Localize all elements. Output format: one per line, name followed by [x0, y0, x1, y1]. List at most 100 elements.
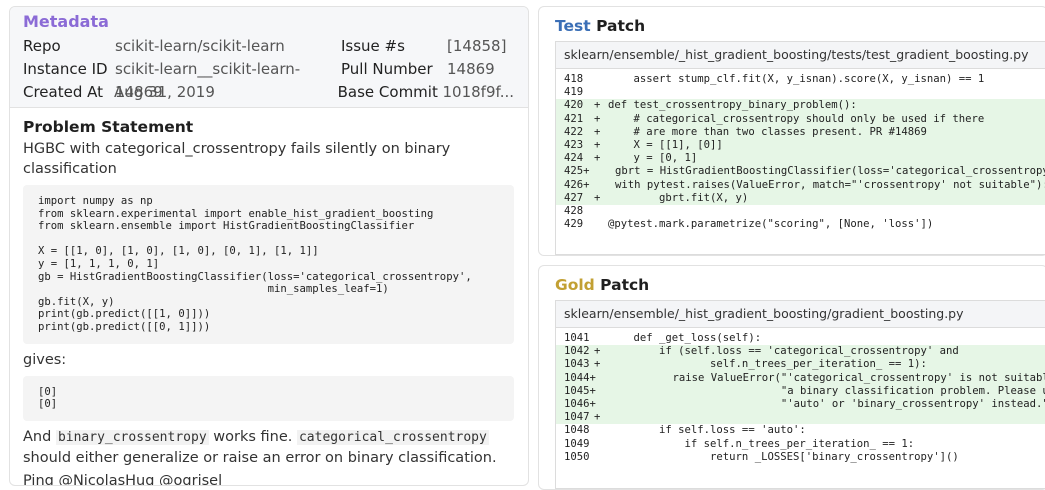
issue-panel: Metadata Repo scikit-learn/scikit-learn …	[9, 6, 529, 486]
problem-title: Problem Statement	[23, 118, 194, 136]
diff-code: y = [0, 1]	[608, 152, 698, 165]
diff-sign	[594, 73, 608, 86]
diff-line: 421 + # categorical_crossentropy should o…	[556, 112, 1045, 126]
test-patch-panel: Test Patch sklearn/ensemble/_hist_gradie…	[538, 6, 1045, 256]
issue-value: [14858]	[447, 37, 507, 55]
diff-line: 425 + gbrt = HistGradientBoostingClassifi…	[556, 165, 1045, 179]
line-number: 1042	[564, 345, 590, 358]
diff-line: 427 + gbrt.fit(X, y)	[556, 191, 1045, 205]
line-number: 422	[564, 125, 584, 138]
diff-sign	[594, 332, 608, 345]
problem-statement-section: Problem Statement HGBC with categorical_…	[10, 108, 528, 485]
diff-code: gbrt = HistGradientBoostingClassifier(lo…	[589, 165, 1045, 178]
gold-file-diff: sklearn/ensemble/_hist_gradient_boosting…	[555, 300, 1045, 489]
diff-line: 1050 return _LOSSES['binary_crossentropy…	[556, 451, 1045, 464]
diff-sign	[594, 438, 608, 451]
gold-title-rest: Patch	[594, 276, 650, 294]
paragraph-text-b: works fine.	[208, 428, 297, 445]
diff-line: 418 assert stump_clf.fit(X, y_isnan).sco…	[556, 73, 1045, 86]
instance-value: scikit-learn__scikit-learn-14869	[115, 60, 301, 101]
diff-sign: +	[594, 99, 601, 112]
diff-line: 1041 def _get_loss(self):	[556, 332, 1045, 345]
line-number: 427	[564, 191, 584, 204]
line-number: 424	[564, 152, 584, 165]
diff-line: 1042 + if (self.loss == 'categorical_cros…	[556, 345, 1045, 359]
code-line: gb = HistGradientBoostingClassifier(loss…	[38, 270, 472, 283]
diff-code: # categorical_crossentropy should only b…	[608, 112, 985, 125]
code-line: from sklearn.experimental import enable_…	[38, 207, 434, 220]
diff-sign: +	[594, 152, 601, 165]
diff-code: raise ValueError("'categorical_crossentr…	[595, 371, 1045, 384]
line-number: 428	[564, 204, 584, 217]
diff-code: # are more than two classes present. PR …	[608, 125, 927, 138]
gold-patch-title: Gold Patch	[555, 276, 1045, 294]
commit-value: 1018f9f...	[442, 83, 515, 101]
meta-row-repo: Repo scikit-learn/scikit-learn Issue #s …	[23, 35, 514, 58]
code-line: import numpy as np	[38, 195, 153, 207]
diff-sign: +	[594, 345, 601, 358]
line-number: 425	[564, 165, 584, 178]
line-number: 1041	[564, 332, 590, 344]
test-file-path: sklearn/ensemble/_hist_gradient_boosting…	[556, 42, 1045, 69]
diff-line: 428	[556, 205, 1045, 218]
line-number: 418	[564, 73, 584, 85]
diff-sign	[594, 424, 608, 437]
line-number: 1050	[564, 450, 590, 463]
code-line: y = [1, 1, 1, 0, 1]	[38, 257, 160, 270]
diff-sign: +	[594, 191, 601, 204]
diff-code: @pytest.mark.parametrize("scoring", [Non…	[608, 218, 934, 231]
line-number: 429	[564, 218, 584, 231]
meta-row-instance: Instance ID scikit-learn__scikit-learn-1…	[23, 58, 514, 101]
code-line: print(gb.predict([[0, 1]]))	[38, 320, 211, 333]
repro-code-block: import numpy as np from sklearn.experimen…	[23, 185, 514, 344]
gold-file-path: sklearn/ensemble/_hist_gradient_boosting…	[556, 301, 1045, 328]
diff-sign	[594, 451, 608, 464]
diff-code: def _get_loss(self):	[608, 332, 762, 344]
inline-code-categorical: categorical_crossentropy	[296, 429, 489, 445]
code-line: from sklearn.ensemble import HistGradien…	[38, 220, 415, 233]
metadata-section: Metadata Repo scikit-learn/scikit-learn …	[10, 7, 528, 108]
diff-sign: +	[594, 112, 601, 125]
diff-code: def test_crossentropy_binary_problem():	[608, 99, 857, 112]
code-line: X = [[1, 0], [1, 0], [1, 0], [0, 1], [1,…	[38, 245, 319, 258]
line-number: 1049	[564, 437, 590, 450]
diff-code: if self.n_trees_per_iteration_ == 1:	[608, 437, 915, 450]
line-number: 1047	[564, 411, 590, 424]
diff-sign	[594, 86, 608, 99]
issue-label: Issue #s	[341, 37, 405, 55]
pull-value: 14869	[447, 60, 495, 78]
line-number: 420	[564, 99, 584, 112]
gold-title-colored: Gold	[555, 276, 595, 294]
paragraph-text-c: should either generalize or raise an err…	[23, 449, 497, 466]
line-number: 1043	[564, 358, 590, 371]
problem-paragraph: And binary_crossentropy works fine. cate…	[23, 427, 514, 468]
paragraph-text-a: And	[23, 428, 56, 445]
created-value: Aug 31, 2019	[114, 83, 215, 101]
gold-diff-lines: 1041 def _get_loss(self): 1042 + if (self.…	[556, 328, 1045, 464]
created-label: Created At	[23, 83, 104, 101]
diff-code: return _LOSSES['binary_crossentropy']()	[608, 450, 959, 463]
inline-code-binary: binary_crossentropy	[55, 429, 209, 445]
diff-code: self.n_trees_per_iteration_ == 1):	[608, 358, 927, 371]
line-number: 1045	[564, 384, 590, 397]
diff-sign: +	[594, 125, 601, 138]
diff-code: if (self.loss == 'categorical_crossentro…	[608, 345, 959, 358]
line-number: 1044	[564, 371, 590, 384]
output-line: [0]	[38, 398, 58, 411]
test-diff-lines: 418 assert stump_clf.fit(X, y_isnan).sco…	[556, 69, 1045, 231]
diff-line: 1049 if self.n_trees_per_iteration_ == 1…	[556, 438, 1045, 451]
diff-code: X = [[1], [0]]	[608, 138, 723, 151]
test-title-rest: Patch	[590, 17, 646, 35]
line-number: 421	[564, 112, 584, 125]
metadata-title: Metadata	[23, 12, 109, 31]
line-number: 423	[564, 138, 584, 151]
diff-sign: +	[594, 411, 601, 424]
diff-sign	[594, 218, 608, 231]
test-patch-title: Test Patch	[555, 17, 1045, 35]
diff-code: gbrt.fit(X, y)	[608, 191, 749, 204]
output-code-block: [0] [0]	[23, 375, 514, 421]
line-number: 426	[564, 178, 584, 191]
commit-label: Base Commit	[337, 83, 438, 101]
repo-label: Repo	[23, 37, 61, 55]
